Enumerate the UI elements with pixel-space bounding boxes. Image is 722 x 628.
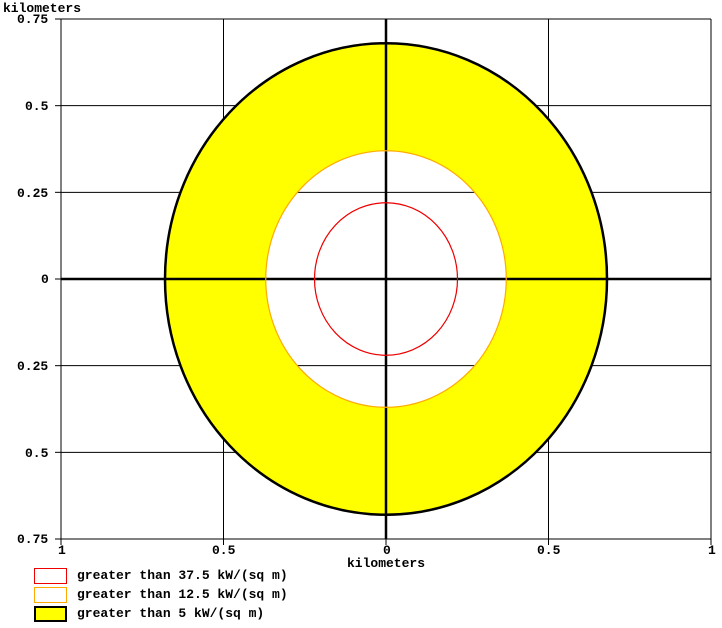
y-tick-6: 0.75: [17, 532, 48, 547]
plot-svg: [61, 19, 711, 539]
plot-area: [61, 19, 711, 539]
y-tick-5: 0.5: [25, 446, 48, 461]
legend-item-red: greater than 37.5 kW/(sq m): [34, 566, 288, 585]
legend-label-orange: greater than 12.5 kW/(sq m): [77, 585, 288, 604]
x-tick-0: 1: [58, 543, 66, 558]
legend-label-yellow: greater than 5 kW/(sq m): [77, 604, 264, 623]
crosshair-axes: [61, 19, 711, 539]
legend-item-orange: greater than 12.5 kW/(sq m): [34, 585, 288, 604]
legend-swatch-red: [34, 568, 67, 584]
y-tick-2: 0.25: [17, 186, 48, 201]
legend-label-red: greater than 37.5 kW/(sq m): [77, 566, 288, 585]
legend-item-yellow: greater than 5 kW/(sq m): [34, 604, 288, 623]
y-tick-1: 0.5: [25, 99, 48, 114]
x-tick-3: 0.5: [537, 543, 560, 558]
legend: greater than 37.5 kW/(sq m) greater than…: [34, 566, 288, 623]
y-tick-0: 0.75: [17, 12, 48, 27]
legend-swatch-yellow: [34, 606, 67, 622]
x-tick-1: 0.5: [212, 543, 235, 558]
y-tick-3: 0: [41, 272, 49, 287]
chart-container: kilometers: [0, 0, 722, 628]
y-tick-4: 0.25: [17, 359, 48, 374]
x-tick-4: 1: [708, 543, 716, 558]
legend-swatch-orange: [34, 587, 67, 603]
x-axis-label: kilometers: [347, 556, 425, 571]
